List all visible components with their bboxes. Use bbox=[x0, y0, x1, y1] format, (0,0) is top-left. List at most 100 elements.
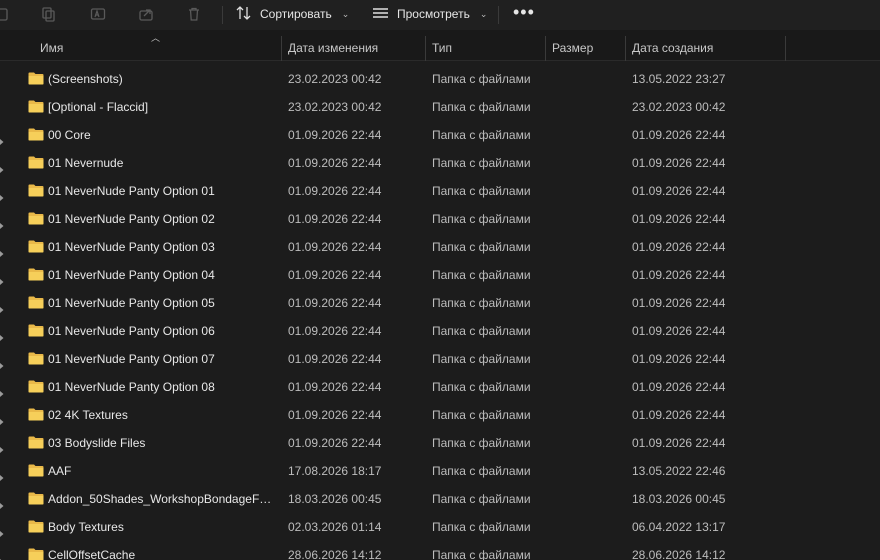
folder-icon bbox=[28, 380, 44, 393]
file-size bbox=[552, 233, 622, 261]
chevron-down-icon: ⌄ bbox=[479, 8, 488, 19]
file-size bbox=[552, 345, 622, 373]
tree-expander-icon[interactable] bbox=[0, 160, 4, 173]
file-row[interactable]: (Screenshots) 23.02.2023 00:42 Папка с фай… bbox=[0, 65, 880, 93]
file-type: Папка с файлами bbox=[432, 240, 531, 254]
file-created: 01.09.2026 22:44 bbox=[632, 240, 726, 254]
tree-expander-icon[interactable] bbox=[0, 216, 4, 229]
file-row[interactable]: CellOffsetCache 28.06.2026 14:12 Папка с ф… bbox=[0, 541, 880, 560]
tree-expander-icon[interactable] bbox=[0, 356, 4, 369]
file-modified: 01.09.2026 22:44 bbox=[288, 436, 382, 450]
file-row[interactable]: 01 NeverNude Panty Option 01 01.09.2026 2… bbox=[0, 177, 880, 205]
file-type: Папка с файлами bbox=[432, 464, 531, 478]
tree-expander-icon[interactable] bbox=[0, 272, 4, 285]
folder-icon bbox=[28, 520, 44, 533]
tree-expander-icon[interactable] bbox=[0, 552, 4, 560]
file-row[interactable]: AAF 17.08.2026 18:17 Папка с файлами 13.05.… bbox=[0, 457, 880, 485]
file-name: 01 NeverNude Panty Option 01 bbox=[48, 184, 215, 198]
file-modified: 23.02.2023 00:42 bbox=[288, 100, 382, 114]
file-type: Папка с файлами bbox=[432, 156, 531, 170]
file-row[interactable]: Addon_50Shades_WorkshopBondageFur... 18.0… bbox=[0, 485, 880, 513]
file-name: [Optional - Flaccid] bbox=[48, 100, 149, 114]
file-row[interactable]: 01 NeverNude Panty Option 04 01.09.2026 2… bbox=[0, 261, 880, 289]
file-created: 01.09.2026 22:44 bbox=[632, 128, 726, 142]
tree-expander-icon[interactable] bbox=[0, 300, 4, 313]
tree-expander-icon[interactable] bbox=[0, 188, 4, 201]
rename-icon[interactable] bbox=[88, 4, 108, 24]
file-created: 28.06.2026 14:12 bbox=[632, 548, 726, 560]
file-modified: 01.09.2026 22:44 bbox=[288, 324, 382, 338]
file-name: Body Textures bbox=[48, 520, 124, 534]
column-name[interactable]: Имя bbox=[34, 30, 280, 61]
column-divider[interactable] bbox=[785, 36, 786, 61]
file-row[interactable]: 01 NeverNude Panty Option 08 01.09.2026 2… bbox=[0, 373, 880, 401]
column-size[interactable]: Размер bbox=[546, 30, 624, 61]
file-created: 01.09.2026 22:44 bbox=[632, 408, 726, 422]
tree-expander-icon[interactable] bbox=[0, 524, 4, 537]
view-list-icon bbox=[372, 6, 389, 23]
file-size bbox=[552, 373, 622, 401]
file-created: 18.03.2026 00:45 bbox=[632, 492, 726, 506]
file-row[interactable]: 00 Core 01.09.2026 22:44 Папка с файлами 01… bbox=[0, 121, 880, 149]
file-created: 01.09.2026 22:44 bbox=[632, 352, 726, 366]
file-list: (Screenshots) 23.02.2023 00:42 Папка с фай… bbox=[0, 65, 880, 560]
delete-icon[interactable] bbox=[184, 4, 204, 24]
file-name: 03 Bodyslide Files bbox=[48, 436, 146, 450]
file-type: Папка с файлами bbox=[432, 100, 531, 114]
file-name: 01 NeverNude Panty Option 02 bbox=[48, 212, 215, 226]
column-modified[interactable]: Дата изменения bbox=[282, 30, 424, 61]
command-bar: Сортировать ⌄ Просмотреть ⌄ ••• bbox=[0, 0, 880, 30]
tree-expander-icon[interactable] bbox=[0, 132, 4, 145]
file-row[interactable]: 01 NeverNude Panty Option 02 01.09.2026 2… bbox=[0, 205, 880, 233]
tree-expander-icon[interactable] bbox=[0, 440, 4, 453]
more-options-button[interactable]: ••• bbox=[513, 2, 535, 23]
file-type: Папка с файлами bbox=[432, 520, 531, 534]
file-row[interactable]: 01 NeverNude Panty Option 06 01.09.2026 2… bbox=[0, 317, 880, 345]
file-modified: 18.03.2026 00:45 bbox=[288, 492, 382, 506]
share-icon[interactable] bbox=[136, 4, 156, 24]
tree-expander-icon[interactable] bbox=[0, 244, 4, 257]
file-modified: 01.09.2026 22:44 bbox=[288, 240, 382, 254]
file-modified: 01.09.2026 22:44 bbox=[288, 212, 382, 226]
folder-icon bbox=[28, 100, 44, 113]
file-type: Папка с файлами bbox=[432, 268, 531, 282]
file-row[interactable]: 03 Bodyslide Files 01.09.2026 22:44 Папка … bbox=[0, 429, 880, 457]
file-row[interactable]: 01 NeverNude Panty Option 07 01.09.2026 2… bbox=[0, 345, 880, 373]
folder-icon bbox=[28, 156, 44, 169]
file-type: Папка с файлами bbox=[432, 380, 531, 394]
tree-expander-icon[interactable] bbox=[0, 468, 4, 481]
file-row[interactable]: 01 NeverNude Panty Option 05 01.09.2026 2… bbox=[0, 289, 880, 317]
folder-icon bbox=[28, 240, 44, 253]
file-name: AAF bbox=[48, 464, 72, 478]
file-size bbox=[552, 429, 622, 457]
file-size bbox=[552, 513, 622, 541]
copy-icon[interactable] bbox=[38, 4, 58, 24]
file-row[interactable]: [Optional - Flaccid] 23.02.2023 00:42 Папк… bbox=[0, 93, 880, 121]
file-created: 01.09.2026 22:44 bbox=[632, 380, 726, 394]
file-name: 01 NeverNude Panty Option 05 bbox=[48, 296, 215, 310]
file-modified: 28.06.2026 14:12 bbox=[288, 548, 382, 560]
tree-expander-icon[interactable] bbox=[0, 496, 4, 509]
view-button[interactable]: Просмотреть ⌄ bbox=[372, 3, 487, 25]
sort-button[interactable]: Сортировать ⌄ bbox=[236, 3, 349, 25]
chevron-down-icon: ⌄ bbox=[341, 8, 350, 19]
sort-icon bbox=[236, 5, 252, 23]
file-type: Папка с файлами bbox=[432, 352, 531, 366]
file-modified: 01.09.2026 22:44 bbox=[288, 380, 382, 394]
file-row[interactable]: 01 Nevernude 01.09.2026 22:44 Папка с файл… bbox=[0, 149, 880, 177]
file-size bbox=[552, 289, 622, 317]
tree-expander-icon[interactable] bbox=[0, 384, 4, 397]
file-name: 02 4K Textures bbox=[48, 408, 128, 422]
column-type[interactable]: Тип bbox=[426, 30, 544, 61]
folder-icon bbox=[28, 492, 44, 505]
tree-expander-icon[interactable] bbox=[0, 328, 4, 341]
file-row[interactable]: Body Textures 02.03.2026 01:14 Папка с фай… bbox=[0, 513, 880, 541]
file-size bbox=[552, 65, 622, 93]
file-row[interactable]: 01 NeverNude Panty Option 03 01.09.2026 2… bbox=[0, 233, 880, 261]
tree-expander-icon[interactable] bbox=[0, 412, 4, 425]
folder-icon bbox=[28, 436, 44, 449]
file-size bbox=[552, 261, 622, 289]
paste-icon[interactable] bbox=[0, 4, 12, 24]
file-row[interactable]: 02 4K Textures 01.09.2026 22:44 Папка с фа… bbox=[0, 401, 880, 429]
column-created[interactable]: Дата создания bbox=[626, 30, 784, 61]
